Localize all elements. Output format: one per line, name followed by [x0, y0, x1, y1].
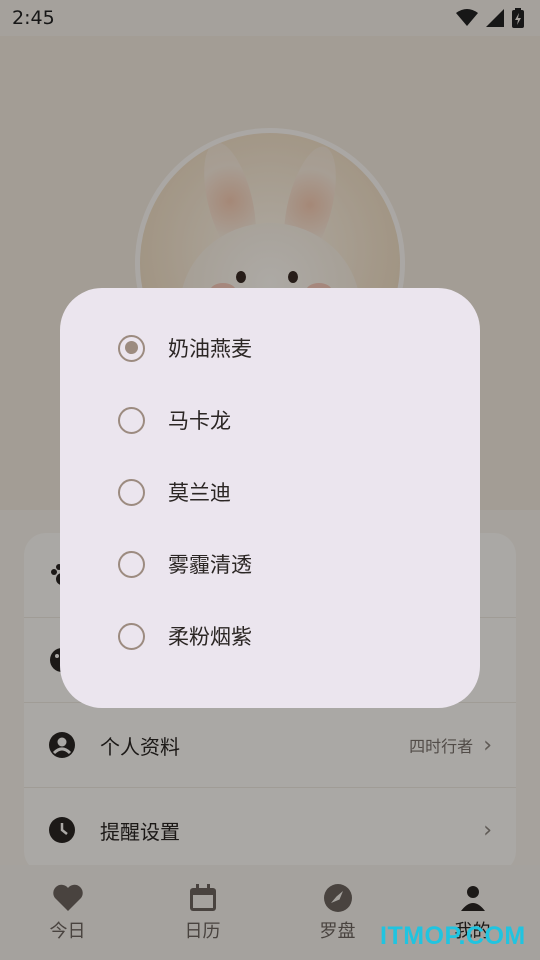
theme-option-label: 马卡龙	[168, 409, 231, 433]
radio-selected-icon[interactable]	[118, 334, 145, 362]
watermark: ITMOP.COM	[380, 922, 526, 950]
radio-unselected-icon[interactable]	[118, 622, 145, 650]
theme-option-label: 奶油燕麦	[168, 337, 252, 361]
theme-picker-dialog: 奶油燕麦 马卡龙 莫兰迪 雾霾清透 柔粉烟紫	[60, 288, 480, 708]
theme-option-label: 柔粉烟紫	[168, 625, 252, 649]
theme-option[interactable]: 奶油燕麦	[60, 312, 480, 384]
radio-unselected-icon[interactable]	[118, 550, 145, 578]
theme-option-label: 雾霾清透	[168, 553, 252, 577]
theme-option[interactable]: 柔粉烟紫	[60, 600, 480, 672]
radio-unselected-icon[interactable]	[118, 478, 145, 506]
theme-option[interactable]: 马卡龙	[60, 384, 480, 456]
theme-option[interactable]: 莫兰迪	[60, 456, 480, 528]
theme-option-label: 莫兰迪	[168, 481, 231, 505]
radio-unselected-icon[interactable]	[118, 406, 145, 434]
theme-option[interactable]: 雾霾清透	[60, 528, 480, 600]
